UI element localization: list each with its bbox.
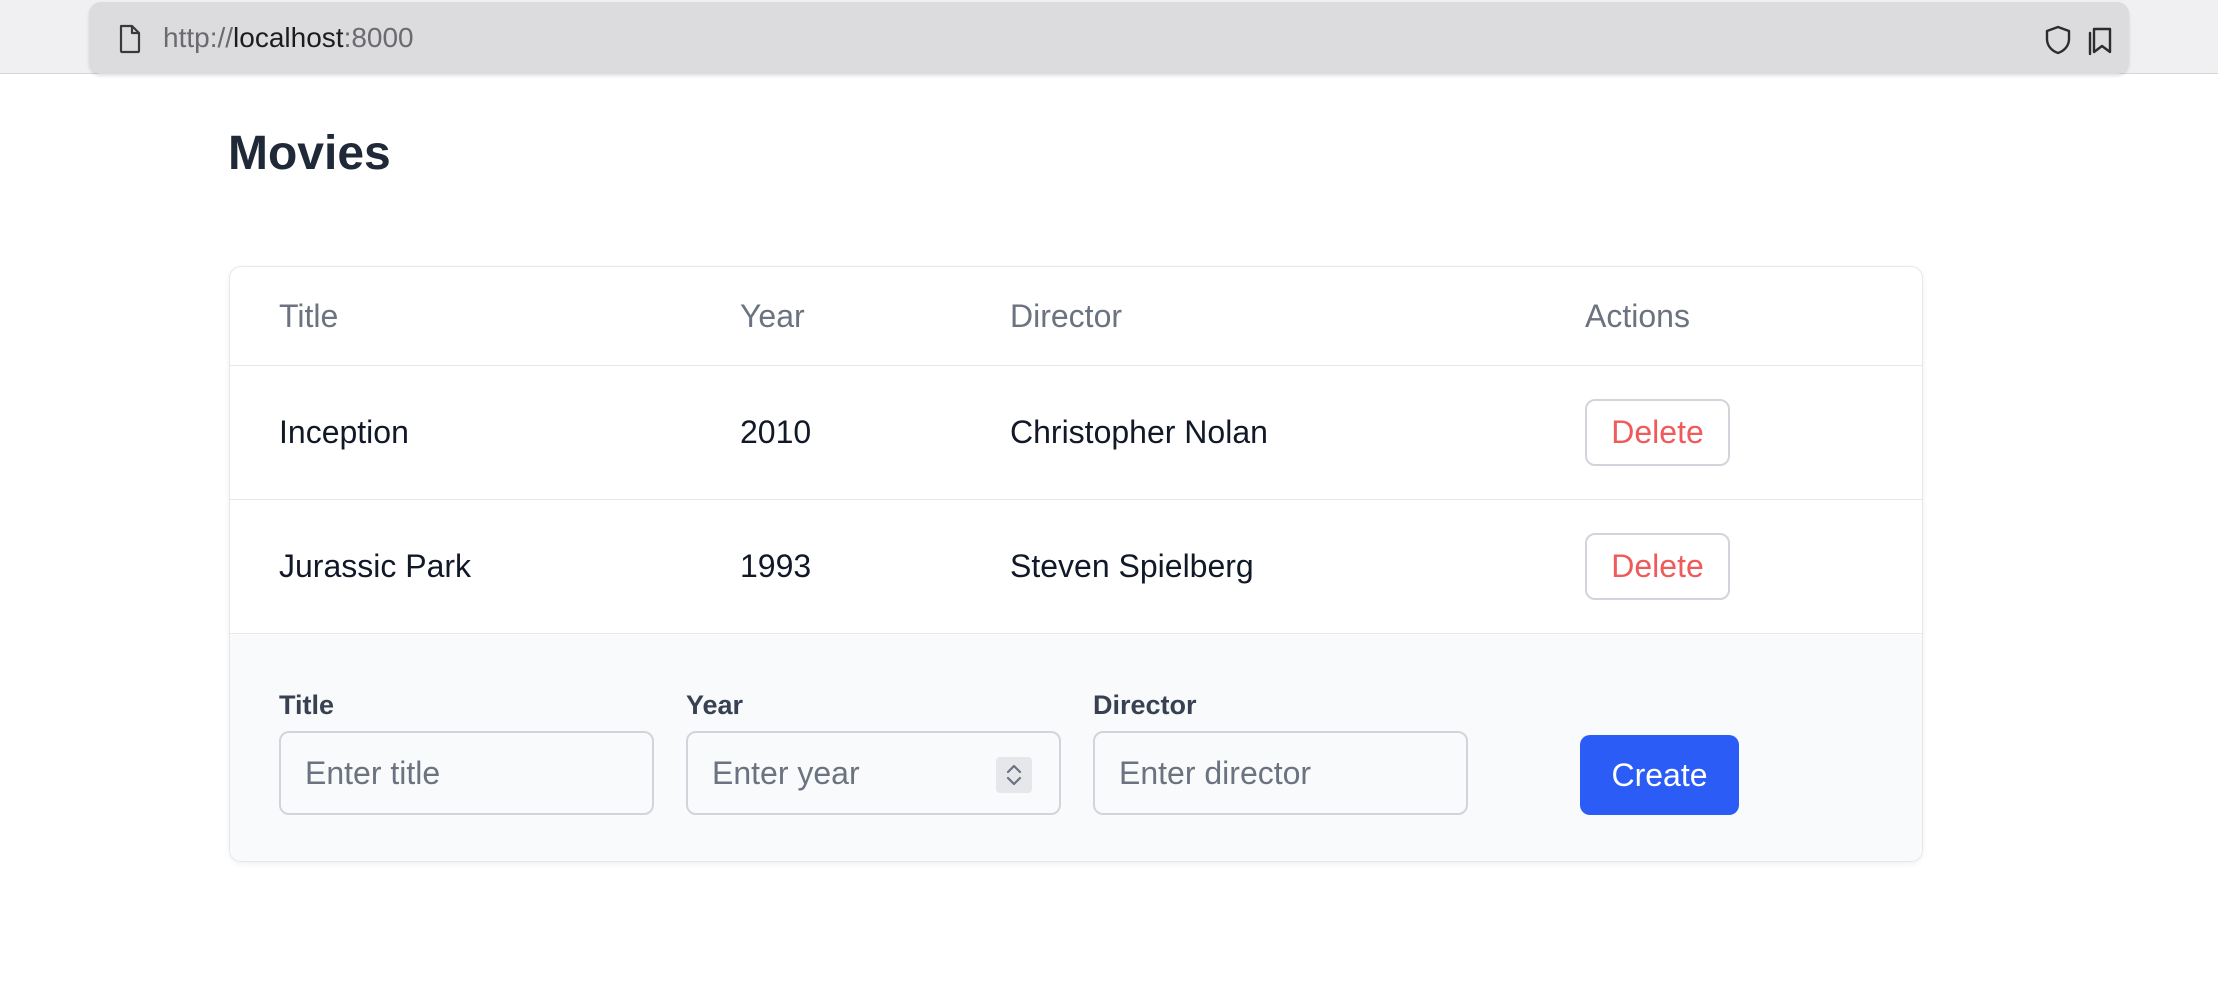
create-button[interactable]: Create bbox=[1580, 735, 1739, 815]
actions-cell: Delete bbox=[1585, 366, 1730, 499]
table-row: Inception 2010 Christopher Nolan Delete bbox=[230, 366, 1922, 500]
movies-card: Title Year Director Actions Inception 20… bbox=[229, 266, 1923, 862]
movie-title-cell: Inception bbox=[279, 414, 409, 450]
title-field-label: Title bbox=[279, 690, 335, 720]
url-host: localhost bbox=[233, 22, 344, 53]
url-port: :8000 bbox=[343, 22, 414, 53]
director-input[interactable] bbox=[1093, 731, 1468, 815]
delete-button[interactable]: Delete bbox=[1585, 533, 1730, 600]
year-stepper-icon[interactable] bbox=[996, 757, 1032, 793]
delete-button[interactable]: Delete bbox=[1585, 399, 1730, 466]
create-movie-form: Title Year Director Create bbox=[230, 635, 1922, 861]
actions-cell: Delete bbox=[1585, 500, 1730, 633]
director-field-label: Director bbox=[1093, 690, 1197, 720]
column-header-director: Director bbox=[1010, 297, 1123, 334]
table-row: Jurassic Park 1993 Steven Spielberg Dele… bbox=[230, 500, 1922, 634]
shield-icon[interactable] bbox=[2043, 24, 2073, 56]
year-field-label: Year bbox=[686, 690, 744, 720]
browser-toolbar: http://localhost:8000 bbox=[0, 0, 2218, 74]
movie-year-cell: 1993 bbox=[740, 548, 812, 584]
movie-year-cell: 2010 bbox=[740, 414, 812, 450]
table-header: Title Year Director Actions bbox=[230, 267, 1922, 366]
url-scheme: http:// bbox=[163, 22, 234, 53]
movie-director-cell: Christopher Nolan bbox=[1010, 414, 1268, 450]
title-input[interactable] bbox=[279, 731, 654, 815]
column-header-year: Year bbox=[740, 297, 805, 334]
column-header-title: Title bbox=[279, 297, 339, 334]
column-header-actions: Actions bbox=[1585, 297, 1690, 334]
page-icon bbox=[119, 24, 141, 54]
movie-title-cell: Jurassic Park bbox=[279, 548, 472, 584]
reader-view-icon[interactable] bbox=[2085, 24, 2115, 56]
movie-director-cell: Steven Spielberg bbox=[1010, 548, 1254, 584]
address-bar[interactable]: http://localhost:8000 bbox=[89, 2, 2129, 74]
page-title: Movies bbox=[228, 127, 391, 180]
url-text: http://localhost:8000 bbox=[163, 2, 414, 74]
